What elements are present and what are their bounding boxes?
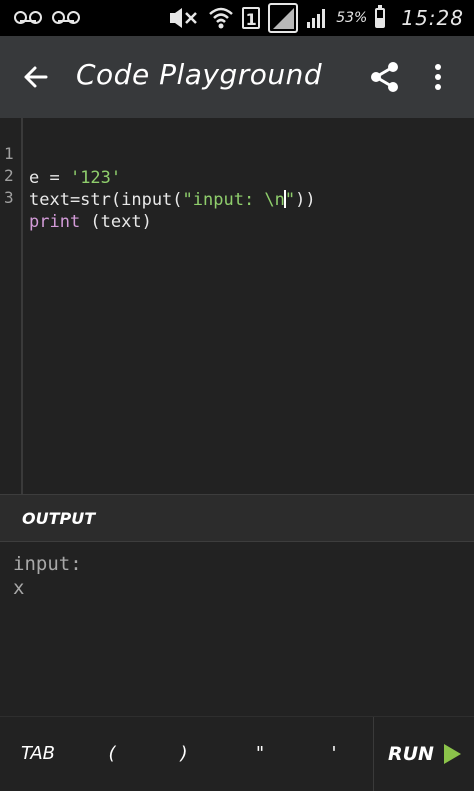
code-text: text=str(input( xyxy=(29,190,183,210)
code-keyword: print xyxy=(29,212,81,232)
wifi-icon xyxy=(209,7,234,29)
app-bar: Code Playground xyxy=(0,36,474,118)
battery-icon xyxy=(375,5,386,28)
code-string: '123' xyxy=(69,168,122,188)
code-text: (text) xyxy=(80,212,152,232)
symbol-key-bar: TAB ( ) " ' RUN xyxy=(0,716,474,791)
close-paren-key[interactable]: ) xyxy=(172,740,196,768)
code-string: "input: \n xyxy=(182,190,285,210)
tab-key[interactable]: TAB xyxy=(18,740,58,768)
run-button[interactable]: RUN xyxy=(388,737,462,771)
clock: 15:28 xyxy=(401,6,464,30)
play-icon xyxy=(443,744,461,764)
code-text: )) xyxy=(295,190,316,210)
run-label: RUN xyxy=(388,743,434,765)
arrow-back-icon[interactable] xyxy=(20,61,52,93)
output-line: x xyxy=(13,577,25,599)
output-header: OUTPUT xyxy=(0,494,474,542)
code-line[interactable]: 2 text=str(input("input: \n")) xyxy=(0,140,316,210)
signal-icon xyxy=(268,3,299,33)
output-title: OUTPUT xyxy=(22,509,96,528)
code-string: " xyxy=(284,190,296,210)
status-bar: 1 53% 15:28 xyxy=(0,0,474,36)
voicemail-icon xyxy=(14,9,42,25)
line-number: 3 xyxy=(4,188,14,207)
voicemail-icon xyxy=(52,9,80,25)
sim-icon: 1 xyxy=(242,7,261,29)
code-editor[interactable]: 1 e = '123' 2 text=str(input("input: \n"… xyxy=(0,118,474,494)
double-quote-key[interactable]: " xyxy=(248,740,272,768)
code-line[interactable]: 1 e = '123' xyxy=(0,118,121,188)
open-paren-key[interactable]: ( xyxy=(100,740,124,768)
share-icon[interactable] xyxy=(367,59,403,95)
key-divider xyxy=(373,717,374,791)
mute-icon xyxy=(170,8,198,28)
code-line[interactable]: 3 print (text) xyxy=(0,162,152,232)
signal-icon xyxy=(307,9,326,28)
battery-percent: 53% xyxy=(336,10,368,26)
output-line: input: xyxy=(13,553,82,575)
more-vert-icon[interactable] xyxy=(428,61,448,93)
page-title: Code Playground xyxy=(76,58,323,91)
single-quote-key[interactable]: ' xyxy=(322,740,346,768)
output-console: input: x xyxy=(0,542,474,716)
